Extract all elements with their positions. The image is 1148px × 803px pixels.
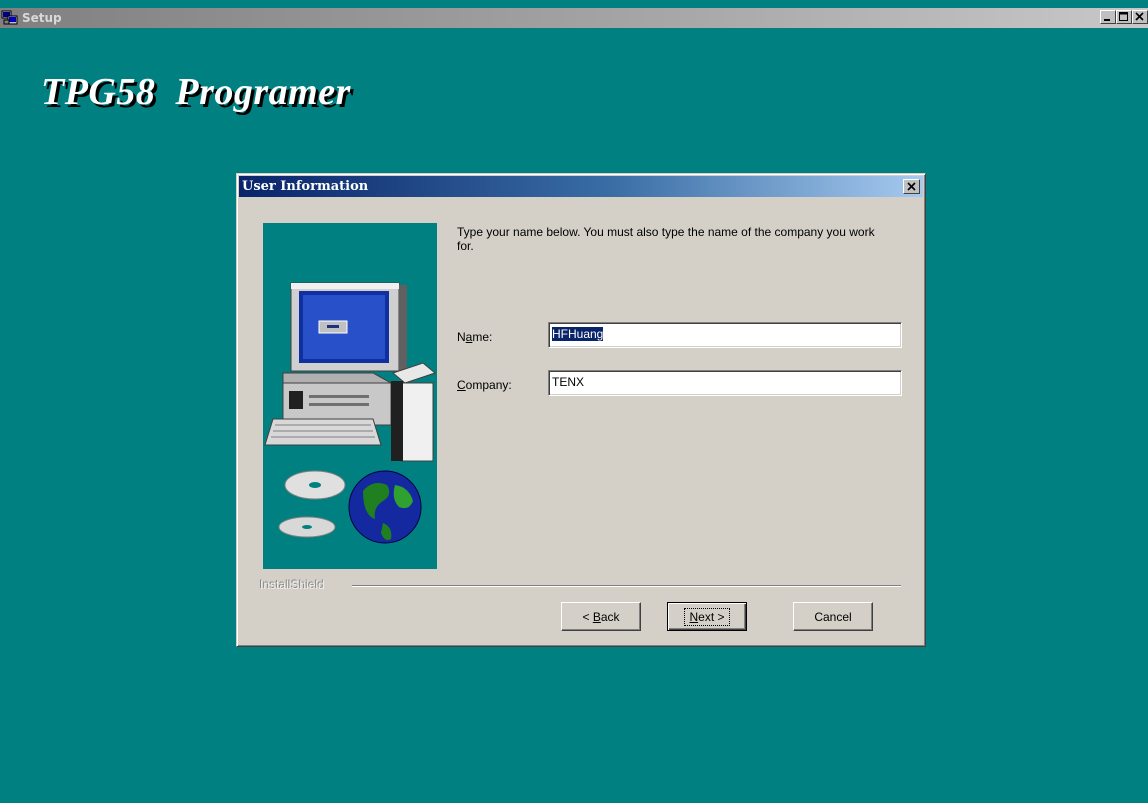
maximize-icon bbox=[1119, 12, 1128, 21]
divider bbox=[352, 585, 901, 587]
next-button[interactable]: Next > bbox=[667, 602, 747, 631]
setup-window-title: Setup bbox=[22, 11, 62, 25]
company-label: Company: bbox=[457, 378, 512, 392]
window-controls bbox=[1100, 10, 1148, 24]
setup-window-titlebar: Setup bbox=[0, 8, 1148, 28]
dialog-title: User Information bbox=[242, 179, 369, 194]
minimize-icon bbox=[1104, 19, 1110, 21]
product-headline: TPG58 Programer bbox=[41, 71, 351, 113]
close-icon bbox=[1135, 12, 1144, 21]
company-label-part: ompany: bbox=[465, 378, 512, 392]
user-information-dialog: User Information Type your name below. Y… bbox=[236, 173, 926, 647]
back-label-part: < bbox=[582, 609, 593, 624]
name-label: Name: bbox=[457, 330, 492, 344]
dialog-close-button[interactable] bbox=[903, 179, 920, 194]
next-button-label: Next > bbox=[684, 607, 730, 626]
company-label-accelerator: C bbox=[457, 378, 466, 392]
close-icon bbox=[906, 181, 916, 191]
company-input[interactable]: TENX bbox=[548, 370, 902, 396]
name-label-part: me: bbox=[472, 330, 493, 344]
close-button[interactable] bbox=[1132, 10, 1148, 24]
maximize-button[interactable] bbox=[1116, 10, 1132, 24]
setup-app-icon[interactable] bbox=[1, 10, 19, 26]
dialog-titlebar: User Information bbox=[239, 176, 923, 197]
cancel-button-label: Cancel bbox=[814, 609, 852, 624]
setup-artwork bbox=[263, 223, 437, 569]
back-button[interactable]: < Back bbox=[561, 602, 641, 631]
cancel-button[interactable]: Cancel bbox=[793, 602, 873, 631]
instructions-text: Type your name below. You must also type… bbox=[457, 225, 875, 253]
computer-and-globe-setup-artwork-icon bbox=[264, 282, 437, 544]
back-label-part: ack bbox=[600, 609, 620, 624]
name-label-part: N bbox=[457, 330, 466, 344]
name-input[interactable]: HFHuang bbox=[548, 322, 902, 348]
next-label-accelerator: N bbox=[689, 609, 699, 624]
installshield-brand: InstallShield bbox=[260, 578, 331, 592]
back-label-accelerator: B bbox=[592, 609, 601, 624]
company-value: TENX bbox=[552, 375, 585, 389]
back-button-label: < Back bbox=[582, 610, 619, 624]
minimize-button[interactable] bbox=[1100, 10, 1116, 24]
name-value: HFHuang bbox=[552, 327, 604, 341]
next-label-part: ext > bbox=[698, 609, 725, 624]
